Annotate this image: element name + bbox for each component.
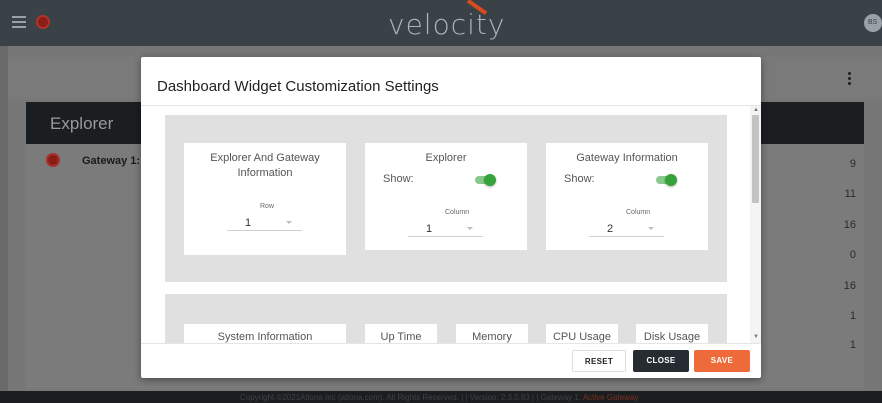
- scrollbar-thumb[interactable]: [752, 115, 759, 203]
- brand-logo: velocity: [388, 8, 506, 41]
- row-select[interactable]: 1: [227, 213, 302, 231]
- hamburger-menu-icon[interactable]: [12, 16, 26, 28]
- column-label: Column: [626, 209, 651, 216]
- count-value: 16: [843, 219, 856, 231]
- modal-footer-divider: [141, 343, 761, 344]
- column-label: Column: [445, 209, 470, 216]
- modal-scrollbar[interactable]: ▲ ▼: [750, 106, 761, 343]
- widget-section-top: Explorer And Gateway Information Row 1 E…: [165, 115, 727, 282]
- more-options-icon[interactable]: [846, 72, 852, 86]
- widget-card-memory: Memory: [456, 324, 528, 343]
- chevron-down-icon: [286, 221, 292, 224]
- count-value: 0: [849, 249, 856, 261]
- widget-card-system-information: System Information: [184, 324, 346, 343]
- show-toggle[interactable]: [471, 174, 497, 186]
- gateway-icon: [46, 153, 60, 167]
- widget-settings-modal: Dashboard Widget Customization Settings …: [141, 57, 761, 378]
- modal-title: Dashboard Widget Customization Settings: [157, 78, 439, 95]
- footer-text: Copyright ©2021Atlona Inc (atlona.com). …: [240, 393, 638, 402]
- scroll-down-icon[interactable]: ▼: [753, 334, 759, 340]
- widget-card-explorer-gateway: Explorer And Gateway Information Row 1: [184, 143, 346, 255]
- toggle-knob: [484, 174, 496, 186]
- widget-card-cpu-usage: CPU Usage: [546, 324, 618, 343]
- chevron-down-icon: [648, 227, 654, 230]
- count-value: 11: [844, 188, 856, 200]
- footer-gateway-status[interactable]: Active Gateway: [583, 393, 639, 402]
- widget-card-title: Explorer And Gateway Information: [210, 152, 320, 179]
- widget-card-gateway: Gateway Information Show: Column 2: [546, 143, 708, 250]
- row-value: 1: [245, 217, 252, 229]
- show-label: Show:: [383, 173, 414, 185]
- column-select[interactable]: 2: [589, 219, 664, 237]
- chevron-down-icon: [467, 227, 473, 230]
- toggle-knob: [665, 174, 677, 186]
- count-value: 1: [849, 339, 856, 351]
- gateway-status-icon[interactable]: [36, 15, 50, 29]
- widget-section-bottom: System Information Up Time Memory CPU Us…: [165, 294, 727, 343]
- scroll-up-icon[interactable]: ▲: [753, 107, 759, 113]
- show-toggle[interactable]: [652, 174, 678, 186]
- explorer-panel-title: Explorer: [50, 114, 114, 133]
- close-button[interactable]: CLOSE: [633, 350, 689, 372]
- count-value: 16: [843, 280, 856, 292]
- column-select[interactable]: 1: [408, 219, 483, 237]
- show-label: Show:: [564, 173, 595, 185]
- modal-body[interactable]: Explorer And Gateway Information Row 1 E…: [141, 106, 761, 343]
- reset-button[interactable]: RESET: [572, 350, 626, 372]
- widget-card-up-time: Up Time: [365, 324, 437, 343]
- widget-card-title: Explorer: [425, 152, 467, 164]
- row-label: Row: [260, 203, 275, 210]
- footer-copyright: Copyright ©2021Atlona Inc (atlona.com). …: [240, 393, 582, 402]
- widget-card-disk-usage: Disk Usage: [636, 324, 708, 343]
- column-value: 2: [607, 223, 614, 235]
- count-value: 1: [849, 310, 856, 322]
- column-value: 1: [426, 223, 433, 235]
- widget-card-title: Gateway Information: [576, 152, 678, 164]
- save-button[interactable]: SAVE: [694, 350, 750, 372]
- user-avatar[interactable]: BS: [864, 14, 882, 32]
- gateway-row-label[interactable]: Gateway 1: I: [82, 155, 146, 167]
- count-value: 9: [849, 158, 856, 170]
- widget-card-explorer: Explorer Show: Column 1: [365, 143, 527, 250]
